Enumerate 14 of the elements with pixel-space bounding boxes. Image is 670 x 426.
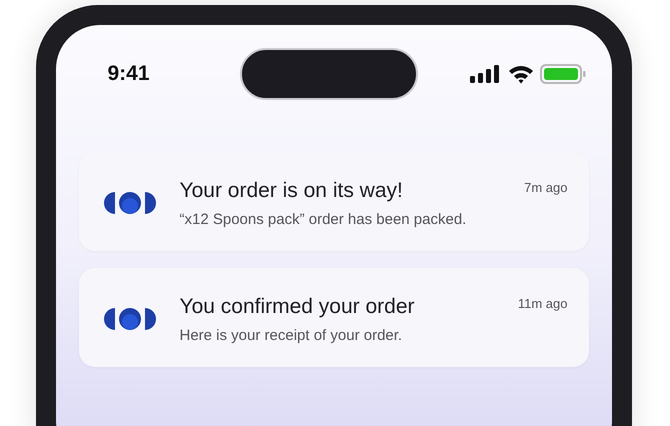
notification-time: 11m ago (518, 295, 568, 313)
notification-card[interactable]: You confirmed your order Here is your receipt of your order. 11m ago (78, 268, 588, 367)
wifi-icon (508, 64, 534, 84)
notification-title: Your order is on its way! (180, 178, 404, 204)
notification-time: 7m ago (524, 179, 568, 197)
notification-title: You confirmed your order (180, 294, 416, 320)
logo-icon (102, 191, 156, 215)
notification-message: “x12 Spoons pack” order has been packed. (180, 210, 468, 230)
signal-icon (470, 65, 502, 83)
notification-message: Here is your receipt of your order. (180, 326, 404, 346)
status-time: 9:41 (108, 61, 151, 88)
logo-icon (102, 307, 156, 331)
battery-icon (540, 64, 586, 84)
notification-card[interactable]: Your order is on its way! “x12 Spoons pack” order has been packed. 7m ago (78, 152, 588, 251)
